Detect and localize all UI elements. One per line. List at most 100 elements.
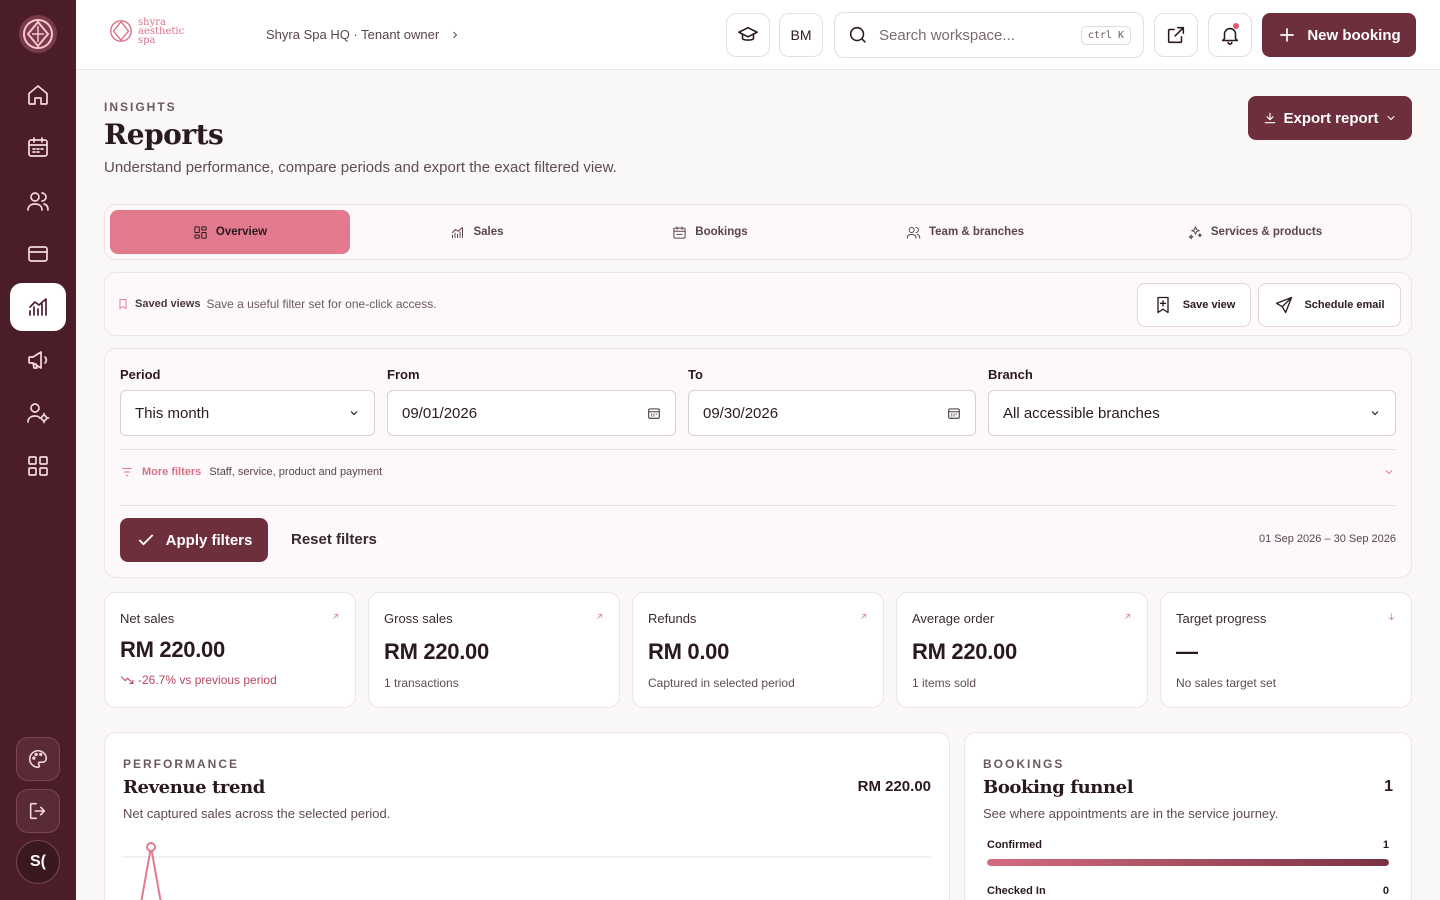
new-booking-button[interactable]: New booking [1262,13,1416,57]
branch-value: All accessible branches [1003,404,1160,422]
schedule-email-label: Schedule email [1304,299,1385,311]
saved-views-title: Saved views [135,298,201,310]
tab-label: Services & products [1210,226,1323,238]
metric-value: — [1176,639,1198,664]
tab-sales[interactable]: Sales [357,210,597,254]
period-select[interactable]: This month [120,390,375,436]
from-label: From [387,367,420,382]
open-external-button[interactable] [1154,13,1198,57]
date-range-text: 01 Sep 2026 – 30 Sep 2026 [1258,533,1396,545]
period-value: This month [135,404,210,422]
tab-team-branches[interactable]: Team & branches [845,210,1085,254]
search-shortcut: ctrl K [1080,25,1131,45]
chevron-down-icon [350,411,358,416]
from-value: 09/01/2026 [402,404,478,422]
brand-line-3: spa [138,34,156,46]
panel-subtitle: See where appointments are in the servic… [983,806,1279,821]
branch-select[interactable]: All accessible branches [988,390,1396,436]
panel-eyebrow: PERFORMANCE [123,757,240,771]
metric-card-gross-sales[interactable]: Gross sales RM 220.00 1 transactions [368,592,620,708]
sidebar-item-home[interactable] [10,71,66,119]
sidebar-item-reports[interactable] [10,283,66,331]
metric-card-net-sales[interactable]: Net sales RM 220.00 -26.7% vs previous p… [104,592,356,708]
tab-label: Bookings [695,226,748,238]
theme-button[interactable] [16,737,60,781]
chevron-down-icon [1387,116,1394,120]
grid-icon [194,225,207,239]
funnel-row-count: 0 [1382,885,1389,897]
funnel-row-checked-in: Checked In 0 [987,885,1389,900]
plus-icon [1280,28,1294,42]
tab-label: Sales [473,226,504,238]
sidebar-item-marketing[interactable] [10,336,66,384]
panel-title: Revenue trend [123,777,265,798]
to-value: 09/30/2026 [703,404,779,422]
metric-card-average-order[interactable]: Average order RM 220.00 1 items sold [896,592,1148,708]
tab-bookings[interactable]: Bookings [590,210,830,254]
schedule-email-button[interactable]: Schedule email [1258,283,1401,327]
logout-button[interactable] [16,789,60,833]
notification-dot [1233,23,1239,29]
page-subtitle: Understand performance, compare periods … [104,159,617,176]
tab-services-products[interactable]: Services & products [1135,210,1375,254]
divider [120,505,1396,506]
metric-value: RM 220.00 [912,639,1017,664]
panel-subtitle: Net captured sales across the selected p… [123,806,391,821]
apply-filters-label: Apply filters [165,531,253,549]
from-date-input[interactable]: 09/01/2026 [387,390,676,436]
calendar-icon [28,137,48,157]
panel-eyebrow: BOOKINGS [983,757,1065,771]
more-filters-toggle[interactable]: More filters Staff, service, product and… [120,465,382,479]
notifications-button[interactable] [1208,13,1252,57]
breadcrumb[interactable]: Shyra Spa HQ · Tenant owner [266,27,461,42]
metric-card-refunds[interactable]: Refunds RM 0.00 Captured in selected per… [632,592,884,708]
revenue-total: RM 220.00 [857,778,931,795]
brand-logo[interactable]: shyra aesthetic spa [108,16,184,46]
funnel-bar-fill [987,859,1389,866]
booking-funnel-panel: BOOKINGS Booking funnel See where appoin… [964,732,1412,900]
chart-icon [452,226,464,238]
users-icon [27,192,49,211]
external-link-icon [1167,26,1185,44]
search-placeholder: Search workspace... [879,26,1015,44]
breadcrumb-text: Shyra Spa HQ · Tenant owner [266,27,440,42]
page-eyebrow: INSIGHTS [104,100,177,114]
arrow-up-right-icon [332,613,339,620]
tab-label: Team & branches [928,226,1024,238]
calendar-icon[interactable] [647,406,661,420]
home-icon [28,85,48,105]
chevron-down-icon[interactable] [1383,466,1395,478]
saved-views-bar: Saved views Save a useful filter set for… [104,272,1412,336]
app-logo-icon[interactable] [18,12,58,56]
tab-overview[interactable]: Overview [110,210,350,254]
calendar-icon[interactable] [947,406,961,420]
check-icon [138,534,153,546]
to-date-input[interactable]: 09/30/2026 [688,390,976,436]
revenue-point [146,842,156,852]
sidebar-item-clients[interactable] [10,177,66,225]
export-report-label: Export report [1283,109,1379,127]
academy-button[interactable] [726,13,770,57]
apply-filters-button[interactable]: Apply filters [120,518,268,562]
funnel-row-label: Confirmed [987,839,1042,851]
save-view-button[interactable]: Save view [1137,283,1251,327]
sidebar-item-calendar[interactable] [10,123,66,171]
metric-sub: No sales target set [1176,676,1277,690]
user-initials-button[interactable]: BM [779,13,823,57]
page-header: INSIGHTS Reports Understand performance,… [104,100,617,176]
export-report-button[interactable]: Export report [1248,96,1412,140]
megaphone-icon [28,351,48,369]
graduation-cap-icon [738,26,758,41]
search-input[interactable]: Search workspace... ctrl K [834,12,1144,58]
user-settings-icon [27,403,50,424]
sidebar-item-apps[interactable] [10,442,66,490]
metric-card-target-progress[interactable]: Target progress — No sales target set [1160,592,1412,708]
saved-views-description: Save a useful filter set for one-click a… [206,297,437,311]
bookmark-plus-icon [1157,296,1169,314]
sidebar-item-staff[interactable] [10,389,66,437]
palette-icon [29,749,48,769]
send-icon [1276,296,1293,314]
sidebar-item-payments[interactable] [10,230,66,278]
avatar[interactable]: S( [16,840,60,884]
reset-filters-button[interactable]: Reset filters [291,531,377,548]
